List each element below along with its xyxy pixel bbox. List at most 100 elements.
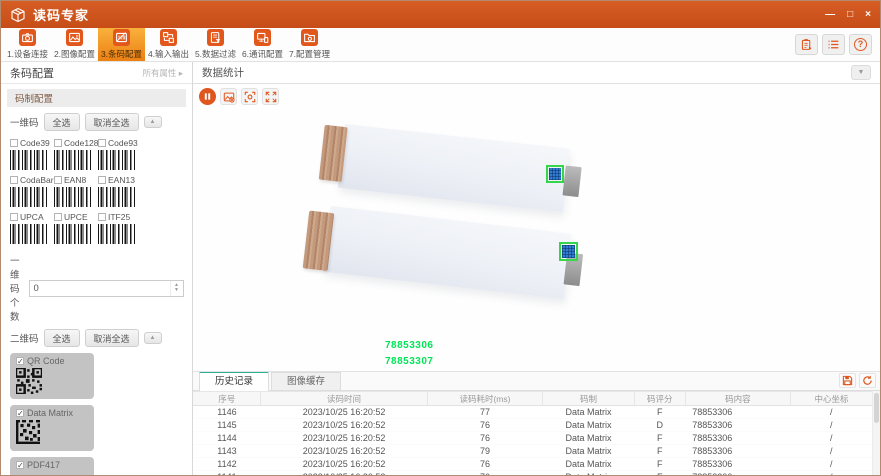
ean8-checkbox[interactable] bbox=[54, 176, 62, 184]
cell-elapsed: 79 bbox=[427, 445, 542, 458]
data-matrix-checkbox[interactable] bbox=[16, 409, 24, 417]
stats-collapse-button[interactable]: ▼ bbox=[851, 65, 871, 80]
table-row[interactable]: 11452023/10/25 16:20:5276Data MatrixD788… bbox=[193, 419, 872, 432]
detection-box-2 bbox=[559, 242, 578, 261]
cell-elapsed: 76 bbox=[427, 432, 542, 445]
table-row[interactable]: 11442023/10/25 16:20:5276Data MatrixF788… bbox=[193, 432, 872, 445]
tab-device-connect[interactable]: 1.设备连接 bbox=[4, 28, 51, 61]
code93-barcode-image bbox=[98, 150, 136, 170]
cell-serial: 1142 bbox=[193, 458, 261, 471]
barcode-config-panel: 条码配置 所有属性 ▸ 码制配置 一维码 全选 取消全选 ▲ Code39 bbox=[1, 62, 193, 475]
refresh-button[interactable] bbox=[859, 373, 876, 388]
data-statistics-area: 数据统计 ▼ bbox=[193, 62, 880, 475]
main-content: 条码配置 所有属性 ▸ 码制配置 一维码 全选 取消全选 ▲ Code39 bbox=[1, 62, 880, 475]
scrollbar-thumb[interactable] bbox=[874, 393, 879, 423]
battery-cell-photo-2 bbox=[323, 206, 571, 299]
qr-code-card[interactable]: QR Code bbox=[10, 353, 94, 399]
table-row[interactable]: 11412023/10/25 16:20:5276Data MatrixF788… bbox=[193, 471, 872, 476]
table-scrollbar[interactable] bbox=[872, 391, 880, 475]
refresh-icon bbox=[862, 375, 873, 386]
oned-select-all-button[interactable]: 全选 bbox=[44, 113, 80, 131]
cell-serial: 1141 bbox=[193, 471, 261, 476]
history-panel: 历史记录 图像缓存 bbox=[193, 372, 880, 475]
table-row[interactable]: 11432023/10/25 16:20:5279Data MatrixF788… bbox=[193, 445, 872, 458]
fullscreen-button[interactable] bbox=[262, 88, 279, 105]
tab-history-record[interactable]: 历史记录 bbox=[199, 371, 269, 391]
ean13-checkbox[interactable] bbox=[98, 176, 106, 184]
tab-label: 4.输入输出 bbox=[148, 48, 189, 60]
oned-count-stepper: ▲▼ bbox=[29, 280, 184, 297]
qr-code-checkbox[interactable] bbox=[16, 357, 24, 365]
history-table-wrap: 序号 读码时间 读码耗时(ms) 码制 码评分 码内容 中心坐标 bbox=[193, 391, 880, 475]
oned-collapse-button[interactable]: ▲ bbox=[144, 116, 162, 128]
tab-image-config[interactable]: 2.图像配置 bbox=[51, 28, 98, 61]
stepper-down-icon[interactable]: ▼ bbox=[174, 288, 179, 293]
upca-checkbox[interactable] bbox=[10, 213, 18, 221]
cell-content: 78853306 bbox=[685, 406, 790, 419]
cell-grade: F bbox=[634, 406, 685, 419]
minimize-button[interactable]: — bbox=[825, 10, 835, 20]
twod-collapse-button[interactable]: ▲ bbox=[144, 332, 162, 344]
tab-label: 7.配置管理 bbox=[289, 48, 330, 60]
cell-center: / bbox=[790, 471, 872, 476]
titlebar: 读码专家 — □ × bbox=[1, 1, 880, 28]
itf25-checkbox[interactable] bbox=[98, 213, 106, 221]
cell-center: / bbox=[790, 419, 872, 432]
code39-barcode-image bbox=[10, 150, 48, 170]
upce-checkbox[interactable] bbox=[54, 213, 62, 221]
cell-elapsed: 76 bbox=[427, 471, 542, 476]
log-button[interactable] bbox=[795, 34, 818, 55]
code39-checkbox[interactable] bbox=[10, 139, 18, 147]
cell-grade: F bbox=[634, 432, 685, 445]
table-row[interactable]: 11462023/10/25 16:20:5277Data MatrixF788… bbox=[193, 406, 872, 419]
help-button[interactable]: ? bbox=[849, 34, 872, 55]
data-filter-icon bbox=[207, 29, 224, 46]
image-export-button[interactable] bbox=[220, 88, 237, 105]
focus-region-button[interactable] bbox=[241, 88, 258, 105]
pdf417-checkbox[interactable] bbox=[16, 461, 24, 469]
tab-comm-config[interactable]: 6.通讯配置 bbox=[239, 28, 286, 61]
save-button[interactable] bbox=[839, 373, 856, 388]
pdf417-card[interactable]: PDF417 bbox=[10, 457, 94, 475]
col-center-coord: 中心坐标 bbox=[790, 392, 872, 406]
list-button[interactable] bbox=[822, 34, 845, 55]
barcode-type-label: UPCA bbox=[20, 212, 44, 222]
decode-result-text: 78853307 bbox=[385, 356, 434, 367]
tab-barcode-config[interactable]: 3.条码配置 bbox=[98, 28, 145, 61]
focus-region-icon bbox=[244, 91, 256, 103]
history-table: 序号 读码时间 读码耗时(ms) 码制 码评分 码内容 中心坐标 bbox=[193, 391, 872, 475]
oned-count-input[interactable] bbox=[30, 281, 170, 296]
cell-serial: 1145 bbox=[193, 419, 261, 432]
tab-image-cache[interactable]: 图像缓存 bbox=[271, 372, 341, 390]
cell-content: 78853306 bbox=[685, 432, 790, 445]
data-matrix-card[interactable]: Data Matrix bbox=[10, 405, 94, 451]
oned-deselect-all-button[interactable]: 取消全选 bbox=[85, 113, 139, 131]
cell-code-type: Data Matrix bbox=[543, 471, 635, 476]
section-title-code-types: 码制配置 bbox=[7, 89, 186, 107]
cell-read-time: 2023/10/25 16:20:52 bbox=[261, 458, 427, 471]
barcode-type-label: EAN13 bbox=[108, 175, 135, 185]
pause-button[interactable] bbox=[199, 88, 216, 105]
all-properties-link[interactable]: 所有属性 ▸ bbox=[142, 67, 183, 79]
twod-deselect-all-button[interactable]: 取消全选 bbox=[85, 329, 139, 347]
camera-icon bbox=[19, 29, 36, 46]
tab-input-output[interactable]: 4.输入输出 bbox=[145, 28, 192, 61]
decode-result-text: 78853306 bbox=[385, 340, 434, 351]
code128-checkbox[interactable] bbox=[54, 139, 62, 147]
cell-center: / bbox=[790, 458, 872, 471]
table-row[interactable]: 11422023/10/25 16:20:5276Data MatrixF788… bbox=[193, 458, 872, 471]
twod-select-all-button[interactable]: 全选 bbox=[44, 329, 80, 347]
close-button[interactable]: × bbox=[865, 10, 871, 20]
barcode-type-label: PDF417 bbox=[27, 460, 60, 470]
ean13-barcode-image bbox=[98, 187, 136, 207]
barcode-type-label: Data Matrix bbox=[27, 408, 73, 418]
code93-checkbox[interactable] bbox=[98, 139, 106, 147]
codabar-checkbox[interactable] bbox=[10, 176, 18, 184]
tab-config-manage[interactable]: 7.配置管理 bbox=[286, 28, 333, 61]
battery-cell-photo-1 bbox=[338, 124, 570, 212]
stepper-arrows[interactable]: ▲▼ bbox=[170, 281, 183, 296]
maximize-button[interactable]: □ bbox=[847, 10, 853, 20]
tab-label: 1.设备连接 bbox=[7, 48, 48, 60]
stats-panel-header: 数据统计 ▼ bbox=[193, 62, 880, 84]
tab-data-filter[interactable]: 5.数据过滤 bbox=[192, 28, 239, 61]
